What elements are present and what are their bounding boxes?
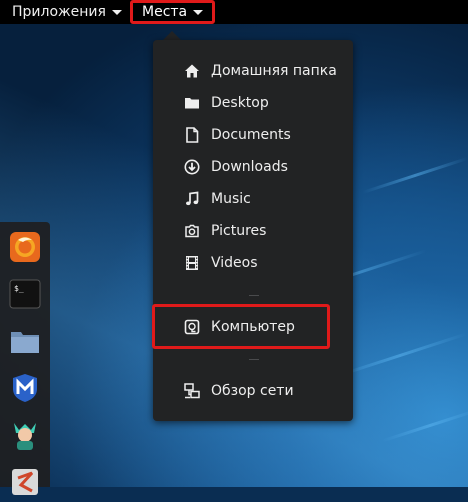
applications-label: Приложения: [12, 4, 106, 20]
menu-item-computer[interactable]: Компьютер: [153, 311, 353, 343]
menu-item-downloads[interactable]: Downloads: [153, 151, 353, 183]
menu-separator: [249, 295, 259, 296]
menu-item-label: Компьютер: [211, 319, 295, 335]
camera-icon: [183, 222, 201, 240]
menu-item-label: Домашняя папка: [211, 63, 337, 79]
svg-text:$_: $_: [14, 284, 24, 293]
wallpaper-streak: [332, 332, 468, 379]
app-icon[interactable]: [9, 466, 41, 498]
menu-item-home[interactable]: Домашняя папка: [153, 55, 353, 87]
menu-item-desktop[interactable]: Desktop: [153, 87, 353, 119]
places-menu: Домашняя папка Desktop Documents Downloa…: [153, 40, 353, 421]
metasploit-icon[interactable]: [9, 372, 41, 404]
menu-separator: [249, 359, 259, 360]
menu-item-label: Music: [211, 191, 251, 207]
user-avatar-icon[interactable]: [9, 419, 41, 451]
menu-item-label: Documents: [211, 127, 291, 143]
top-bar: Приложения Места: [0, 0, 468, 24]
computer-icon: [183, 318, 201, 336]
menu-item-documents[interactable]: Documents: [153, 119, 353, 151]
places-menu-button[interactable]: Места: [130, 0, 216, 24]
film-icon: [183, 254, 201, 272]
menu-item-label: Desktop: [211, 95, 269, 111]
menu-item-label: Downloads: [211, 159, 288, 175]
home-icon: [183, 62, 201, 80]
network-icon: [183, 382, 201, 400]
menu-item-network[interactable]: Обзор сети: [153, 375, 353, 407]
document-icon: [183, 126, 201, 144]
menu-item-music[interactable]: Music: [153, 183, 353, 215]
menu-item-pictures[interactable]: Pictures: [153, 215, 353, 247]
menu-item-videos[interactable]: Videos: [153, 247, 353, 279]
music-icon: [183, 190, 201, 208]
firefox-icon[interactable]: [9, 231, 41, 263]
chevron-down-icon: [111, 9, 122, 15]
menu-item-label: Videos: [211, 255, 258, 271]
download-icon: [183, 158, 201, 176]
applications-menu-button[interactable]: Приложения: [12, 0, 122, 24]
terminal-icon[interactable]: $_: [9, 278, 41, 310]
chevron-down-icon: [193, 9, 204, 15]
wallpaper-streak: [381, 408, 468, 443]
menu-item-label: Pictures: [211, 223, 267, 239]
files-icon[interactable]: [9, 325, 41, 357]
folder-icon: [183, 94, 201, 112]
places-label: Места: [142, 4, 188, 20]
menu-item-label: Обзор сети: [211, 383, 294, 399]
dock: $_: [0, 222, 50, 495]
wallpaper-streak: [362, 157, 468, 194]
